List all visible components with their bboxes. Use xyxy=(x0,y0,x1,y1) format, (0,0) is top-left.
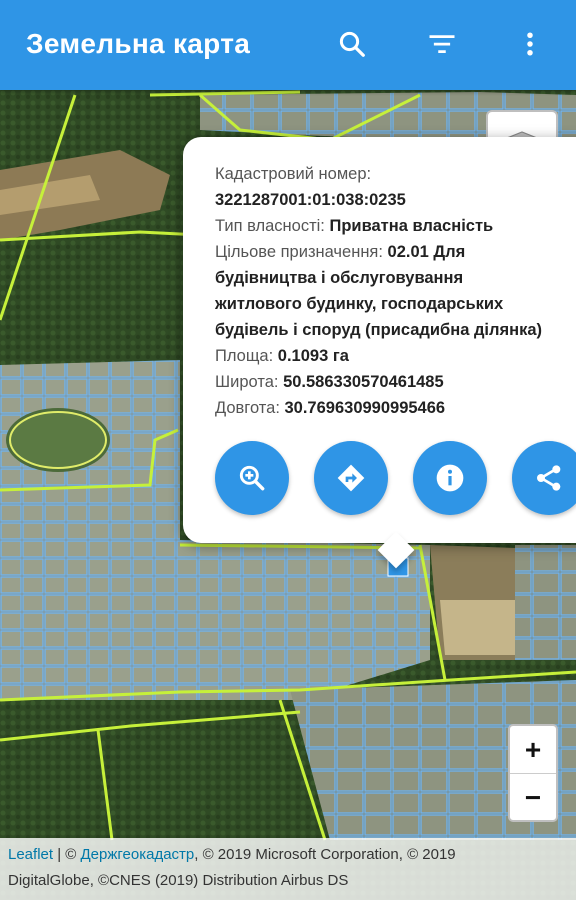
purpose-value-line2: будівництва і обслуговування xyxy=(215,269,464,287)
purpose-value: 02.01 Для xyxy=(387,243,466,261)
attribution-separator: | © xyxy=(53,846,81,863)
share-button[interactable] xyxy=(512,441,576,515)
zoom-in-icon xyxy=(239,465,265,491)
app-bar: Земельна карта xyxy=(0,0,576,90)
share-icon xyxy=(537,465,561,491)
cadastral-label: Кадастровий номер: xyxy=(215,165,372,183)
filter-button[interactable] xyxy=(420,22,464,66)
directions-icon xyxy=(337,464,365,492)
app-title: Земельна карта xyxy=(26,28,251,59)
ownership-label: Тип власності: xyxy=(215,217,325,235)
purpose-value-line3: житлового будинку, господарських xyxy=(215,295,504,313)
ownership-value: Приватна власність xyxy=(329,217,494,235)
zoom-in-button[interactable]: + xyxy=(510,726,556,773)
area-label: Площа: xyxy=(215,347,274,365)
provider-link[interactable]: Держгеокадастр xyxy=(81,846,195,863)
search-button[interactable] xyxy=(330,22,374,66)
info-button[interactable] xyxy=(413,441,487,515)
cadastral-number: 3221287001:01:038:0235 xyxy=(215,191,406,209)
parcel-popup: Кадастровий номер: 3221287001:01:038:023… xyxy=(183,137,576,569)
zoom-control: + − xyxy=(508,724,558,822)
latitude-label: Широта: xyxy=(215,373,279,391)
filter-icon xyxy=(429,35,455,53)
directions-button[interactable] xyxy=(314,441,388,515)
parcel-info: Кадастровий номер: 3221287001:01:038:023… xyxy=(215,161,576,421)
map-attribution: Leaflet | © Держгеокадастр, © 2019 Micro… xyxy=(0,838,576,900)
attribution-text-1: , © 2019 Microsoft Corporation, © 2019 xyxy=(194,846,456,863)
leaflet-link[interactable]: Leaflet xyxy=(8,846,53,863)
area-value: 0.1093 га xyxy=(277,347,349,365)
purpose-label: Цільове призначення: xyxy=(215,243,383,261)
latitude-value: 50.586330570461485 xyxy=(283,373,444,391)
longitude-label: Довгота: xyxy=(215,399,280,417)
attribution-text-2: DigitalGlobe, ©CNES (2019) Distribution … xyxy=(8,872,349,889)
purpose-value-line4: будівель і споруд (присадибна ділянка) xyxy=(215,321,543,339)
search-icon xyxy=(339,31,365,57)
longitude-value: 30.769630990995466 xyxy=(284,399,446,417)
more-vert-icon xyxy=(527,32,533,56)
zoom-out-button[interactable]: − xyxy=(510,774,556,821)
info-icon xyxy=(436,464,464,492)
zoom-to-parcel-button[interactable] xyxy=(215,441,289,515)
more-button[interactable] xyxy=(508,22,552,66)
